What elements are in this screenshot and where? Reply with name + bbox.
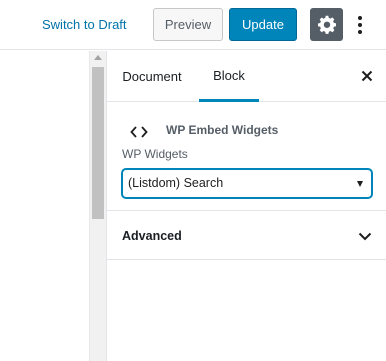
settings-sidebar: Document Block WP Embed Widgets WP Widge… <box>106 51 386 361</box>
editor-canvas[interactable] <box>0 51 89 361</box>
chevron-down-icon <box>357 228 373 244</box>
editor-header: Switch to Draft Preview Update <box>0 0 386 50</box>
tab-document[interactable]: Document <box>107 51 197 102</box>
scrollbar-thumb[interactable] <box>92 67 104 219</box>
update-button[interactable]: Update <box>229 8 297 41</box>
dropdown-arrow-icon <box>357 181 363 187</box>
advanced-panel-toggle[interactable]: Advanced <box>107 212 386 260</box>
wp-widgets-select[interactable]: (Listdom) Search <box>122 169 372 198</box>
code-icon <box>129 122 149 142</box>
scroll-up-arrow-icon[interactable] <box>94 55 102 60</box>
advanced-panel-label: Advanced <box>122 229 182 243</box>
block-card: WP Embed Widgets WP Widgets (Listdom) Se… <box>107 103 386 211</box>
sidebar-tabs: Document Block <box>107 51 386 102</box>
tab-block[interactable]: Block <box>199 51 259 102</box>
block-title: WP Embed Widgets <box>166 123 279 137</box>
more-options-button[interactable] <box>353 10 367 40</box>
vertical-ellipsis-icon <box>358 16 362 20</box>
close-sidebar-button[interactable] <box>357 66 377 86</box>
wp-widgets-label: WP Widgets <box>122 147 188 161</box>
editor-scrollbar[interactable] <box>89 51 106 361</box>
preview-button[interactable]: Preview <box>153 8 223 41</box>
switch-to-draft-link[interactable]: Switch to Draft <box>42 16 127 34</box>
close-icon <box>361 70 373 82</box>
select-value: (Listdom) Search <box>128 176 224 190</box>
gear-icon <box>317 15 336 34</box>
settings-button[interactable] <box>310 8 343 41</box>
